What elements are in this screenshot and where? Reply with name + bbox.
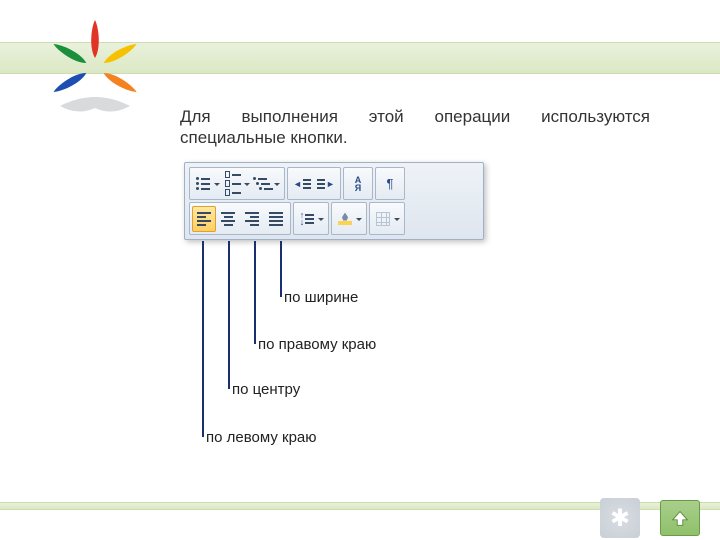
hands-logo <box>30 8 160 138</box>
align-center-button[interactable] <box>216 206 240 232</box>
align-left-button[interactable] <box>192 206 216 232</box>
align-right-button[interactable] <box>240 206 264 232</box>
callout-line-justify <box>280 241 282 297</box>
label-left: по левому краю <box>206 429 317 446</box>
toolbar-row-1: ◄ ► АЯ ¶ <box>189 167 479 200</box>
bullet-list-button[interactable] <box>192 171 222 197</box>
callout-line-center <box>228 241 230 389</box>
line-spacing-button[interactable]: ↑↓ <box>296 206 326 232</box>
paragraph-marks-button[interactable]: ¶ <box>378 171 402 197</box>
borders-button[interactable] <box>372 206 402 232</box>
callout-line-left <box>202 241 204 437</box>
nav-up-button[interactable] <box>660 500 700 536</box>
multilevel-list-button[interactable] <box>252 171 282 197</box>
sort-button[interactable]: АЯ <box>346 171 370 197</box>
toolbar-row-2: ↑↓ <box>189 202 479 235</box>
word-paragraph-toolbar: ◄ ► АЯ ¶ ↑↓ <box>184 162 484 240</box>
callout-line-right <box>254 241 256 344</box>
numbered-list-button[interactable] <box>222 171 252 197</box>
shading-button[interactable] <box>334 206 364 232</box>
label-justify: по ширине <box>284 289 358 306</box>
label-right: по правому краю <box>258 336 376 353</box>
increase-indent-button[interactable]: ► <box>314 171 338 197</box>
label-center: по центру <box>232 381 300 398</box>
snowflake-icon: ✱ <box>600 498 640 538</box>
description-text: Для выполнения этой операции используютс… <box>180 106 650 149</box>
decrease-indent-button[interactable]: ◄ <box>290 171 314 197</box>
align-justify-button[interactable] <box>264 206 288 232</box>
